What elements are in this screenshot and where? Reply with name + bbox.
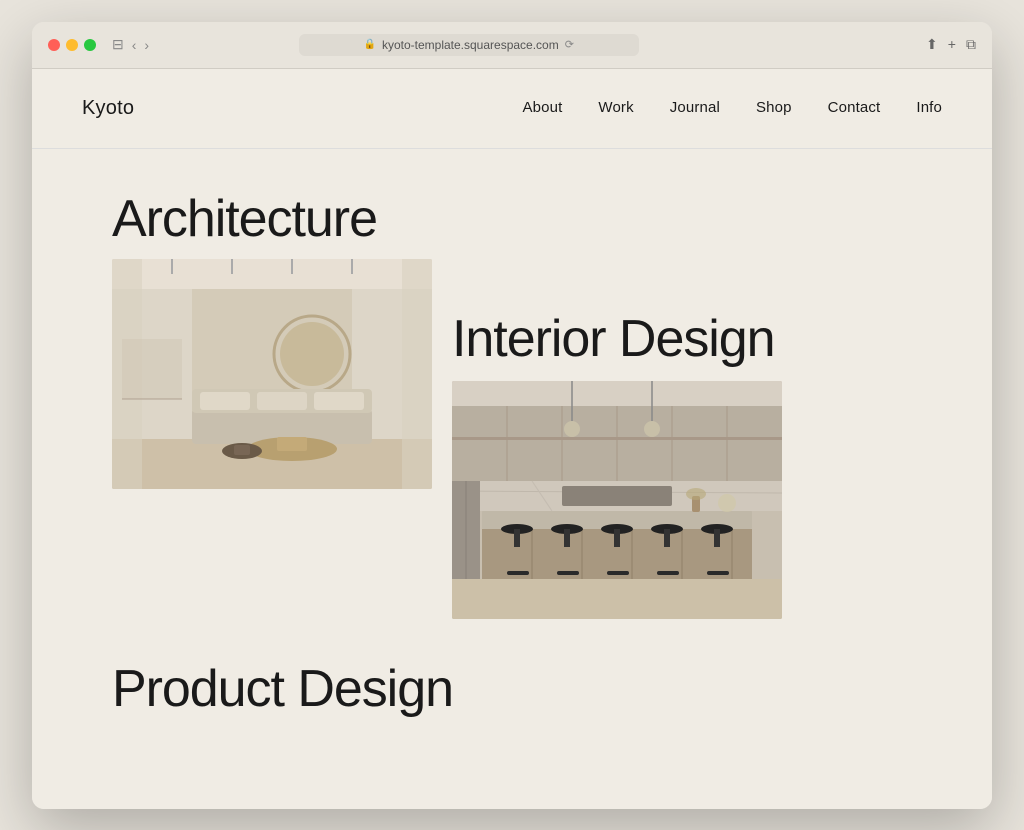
tab-overview-icon[interactable]: ⧉	[966, 36, 976, 53]
minimize-button[interactable]	[66, 39, 78, 51]
site-nav: Kyoto About Work Journal Shop Contact	[32, 69, 992, 149]
browser-window: ⊟ ‹ › 🔒 kyoto-template.squarespace.com ⟳…	[32, 22, 992, 809]
browser-actions: ⬆ + ⧉	[926, 36, 976, 53]
nav-link-work[interactable]: Work	[598, 99, 633, 116]
product-design-title: Product Design	[112, 659, 453, 719]
portfolio-item-product[interactable]: Product Design	[112, 659, 453, 719]
traffic-lights	[48, 39, 96, 51]
forward-icon[interactable]: ›	[144, 37, 149, 53]
portfolio-grid: Architecture	[112, 189, 912, 749]
site-logo[interactable]: Kyoto	[82, 97, 134, 120]
nav-item-info[interactable]: Info	[916, 99, 942, 117]
browser-controls: ⊟ ‹ ›	[112, 36, 149, 53]
interior-design-title: Interior Design	[452, 309, 912, 369]
close-button[interactable]	[48, 39, 60, 51]
nav-link-journal[interactable]: Journal	[670, 99, 720, 116]
back-icon[interactable]: ‹	[132, 37, 137, 53]
reload-icon[interactable]: ⟳	[565, 38, 574, 51]
nav-item-contact[interactable]: Contact	[828, 99, 881, 117]
url-text: kyoto-template.squarespace.com	[382, 38, 559, 52]
nav-link-info[interactable]: Info	[916, 99, 942, 116]
nav-link-contact[interactable]: Contact	[828, 99, 881, 116]
lock-icon: 🔒	[364, 39, 376, 50]
architecture-title: Architecture	[112, 189, 432, 249]
site-main: Architecture	[32, 149, 992, 809]
new-tab-icon[interactable]: +	[948, 36, 956, 53]
nav-item-shop[interactable]: Shop	[756, 99, 792, 117]
nav-link-about[interactable]: About	[522, 99, 562, 116]
nav-item-journal[interactable]: Journal	[670, 99, 720, 117]
portfolio-item-interior[interactable]: Interior Design	[452, 309, 912, 619]
portfolio-item-architecture[interactable]: Architecture	[112, 189, 432, 489]
address-bar[interactable]: 🔒 kyoto-template.squarespace.com ⟳	[299, 34, 639, 56]
nav-link-shop[interactable]: Shop	[756, 99, 792, 116]
architecture-image	[112, 259, 432, 489]
nav-item-about[interactable]: About	[522, 99, 562, 117]
interior-design-image	[452, 381, 782, 619]
fullscreen-button[interactable]	[84, 39, 96, 51]
browser-chrome: ⊟ ‹ › 🔒 kyoto-template.squarespace.com ⟳…	[32, 22, 992, 69]
site-content: Kyoto About Work Journal Shop Contact	[32, 69, 992, 809]
nav-links: About Work Journal Shop Contact Info	[522, 99, 942, 117]
sidebar-toggle-icon[interactable]: ⊟	[112, 36, 124, 53]
share-icon[interactable]: ⬆	[926, 36, 938, 53]
nav-item-work[interactable]: Work	[598, 99, 633, 117]
